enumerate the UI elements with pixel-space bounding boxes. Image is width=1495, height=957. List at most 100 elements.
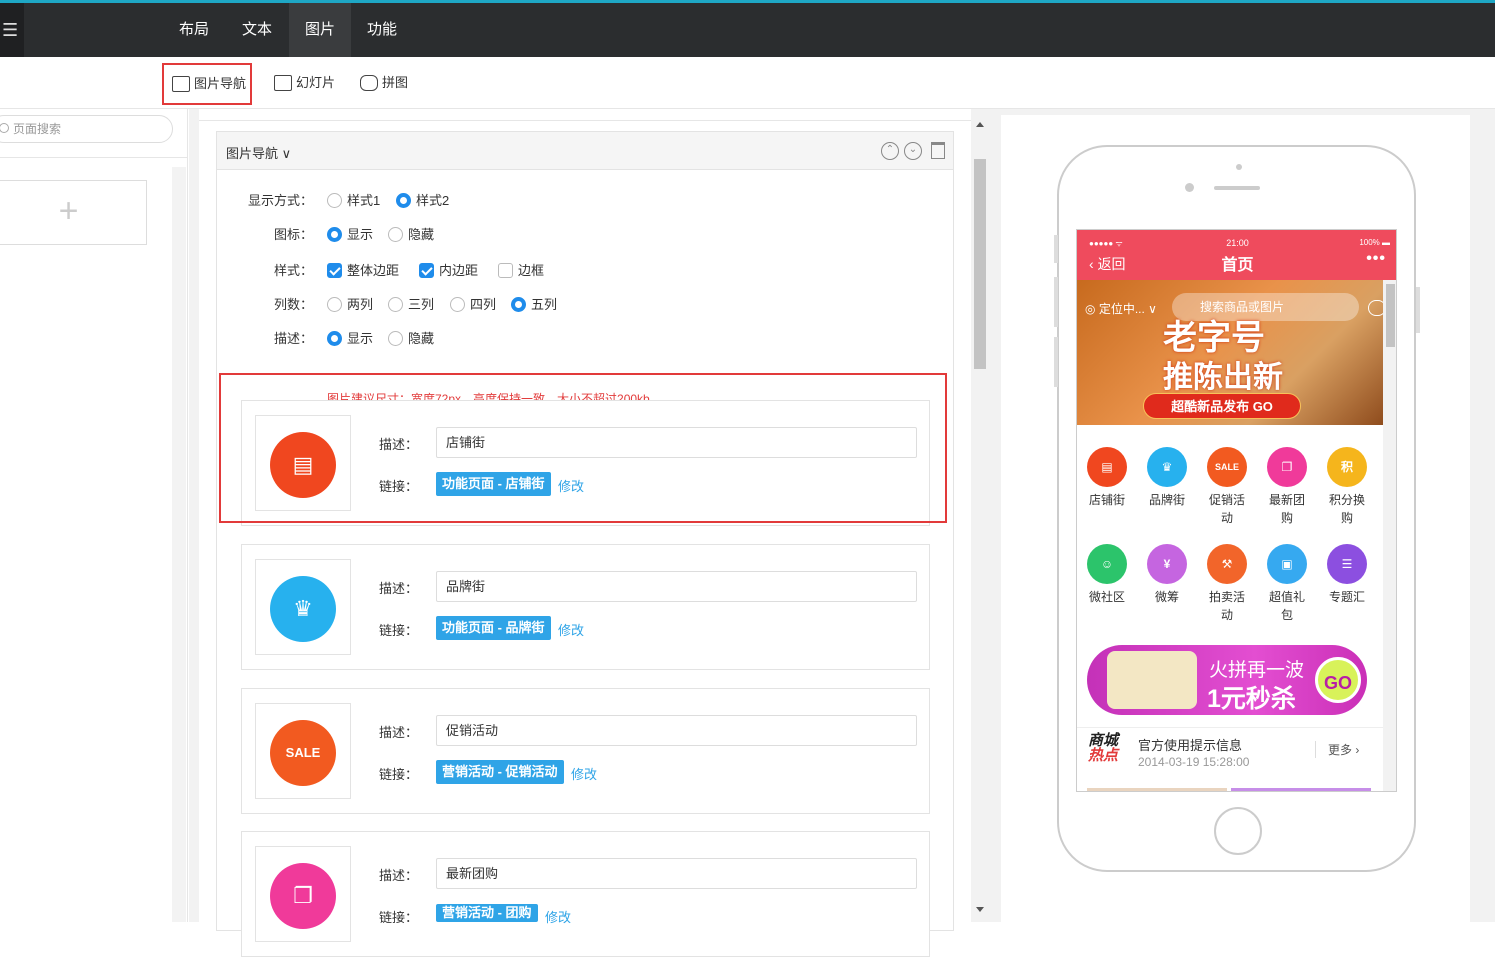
location-selector[interactable]: ◎ 定位中... ∨ [1085,300,1157,317]
panel-header: 图片导航 ∨ ⌃ ⌄ [217,132,953,170]
nav-item-crowdfund[interactable]: ¥ 微筹 [1137,522,1197,606]
desc-input[interactable]: 最新团购 [436,858,917,889]
columns-2-radio[interactable]: 两列 [327,295,373,315]
columns-3-radio[interactable]: 三列 [388,295,434,315]
edit-link[interactable]: 修改 [545,907,571,926]
image-nav-button[interactable]: 图片导航 [162,63,253,105]
news-logo: 商城 热点 [1088,732,1119,764]
phone-side-button [1416,287,1420,333]
desc-label: 描述： [378,581,418,596]
bottom-strip [1231,788,1371,791]
image-nav-icon [172,76,190,92]
editor-scrollbar[interactable] [972,109,990,922]
auction-icon: ⚒ [1207,544,1247,584]
item-thumbnail[interactable]: SALE [255,703,351,799]
hero-banner[interactable]: ◎ 定位中... ∨ 搜索商品或图片 老字号 推陈出新 超酷新品发布 GO [1077,280,1383,425]
nav-item-card: ♛ 描述： 品牌街 链接： 功能页面 - 品牌街 修改 [241,544,930,670]
edit-link[interactable]: 修改 [558,620,584,639]
style-label: 样式： [273,263,313,278]
item-thumbnail[interactable]: ❐ [255,846,351,942]
desc-hide-radio[interactable]: 隐藏 [388,329,434,349]
columns-4-radio[interactable]: 四列 [450,295,496,315]
page-search-input[interactable]: 页面搜索 [0,115,173,143]
flash-sale-banner[interactable]: 火拼再一波 1元秒杀 GO [1087,645,1367,715]
nav-item-card: ❐ 描述： 最新团购 链接： 营销活动 - 团购 修改 [241,831,930,957]
scroll-thumb[interactable] [974,159,986,369]
columns-5-radio[interactable]: 五列 [511,295,557,315]
link-tag: 功能页面 - 品牌街 [436,616,551,640]
left-scrollbar[interactable] [172,167,186,922]
phone-preview: ●●●●● ᯤ 21:00 100% ▬ ‹ 返回 首页 ••• ◎ 定位中..… [1001,115,1470,922]
more-icon[interactable]: ••• [1366,250,1386,268]
desc-show-radio[interactable]: 显示 [327,329,373,349]
scroll-down-icon[interactable] [976,907,984,912]
nav-item-points[interactable]: 积积分换购 [1317,425,1377,527]
more-link[interactable]: 更多 › [1315,741,1359,758]
phone-side-button [1054,277,1058,327]
home-button[interactable] [1214,807,1262,855]
tab-text[interactable]: 文本 [226,3,288,57]
product-image [1107,651,1197,709]
icon-label: 图标： [273,227,313,242]
nav-item-community[interactable]: ☺ 微社区 [1077,522,1137,606]
display-style1-radio[interactable]: 样式1 [327,191,380,211]
desc-input[interactable]: 促销活动 [436,715,917,746]
scroll-up-icon[interactable] [976,122,984,127]
slideshow-label: 幻灯片 [296,75,336,90]
link-label: 链接： [378,767,418,782]
nav-item-store[interactable]: ▤ 店铺街 [1077,425,1137,509]
item-thumbnail[interactable]: ♛ [255,559,351,655]
move-up-icon[interactable]: ⌃ [881,142,899,160]
nav-item-gift[interactable]: ▣ 超值礼包 [1257,522,1317,624]
list-icon[interactable]: ☰ [0,3,24,57]
store-icon: ▤ [1087,447,1127,487]
bottom-strip [1087,788,1227,791]
nav-item-sale[interactable]: SALE 促销活动 [1197,425,1257,527]
nav-item-topics[interactable]: ☰ 专题汇 [1317,522,1377,606]
inner-padding-checkbox[interactable]: 内边距 [419,261,478,281]
screen-scroll-thumb[interactable] [1386,284,1395,347]
go-button[interactable]: GO [1315,657,1361,703]
image-nav-label: 图片导航 [194,76,247,91]
edit-link[interactable]: 修改 [571,764,597,783]
move-down-icon[interactable]: ⌄ [904,142,922,160]
phone-screen: ●●●●● ᯤ 21:00 100% ▬ ‹ 返回 首页 ••• ◎ 定位中..… [1076,229,1397,792]
border-checkbox[interactable]: 边框 [498,261,544,281]
columns-label: 列数： [273,297,313,312]
news-date: 2014-03-19 15:28:00 [1138,755,1250,769]
puzzle-icon [360,75,378,91]
nav-item-groupbuy[interactable]: ❐ 最新团购 [1257,425,1317,527]
banner-subheadline: 推陈出新 [1163,361,1283,394]
puzzle-button[interactable]: 拼图 [358,69,408,99]
icon-show-radio[interactable]: 显示 [327,225,373,245]
panel-title[interactable]: 图片导航 ∨ [226,143,291,162]
link-label: 链接： [378,623,418,638]
sale-icon: SALE [1207,447,1247,487]
display-style2-radio[interactable]: 样式2 [396,191,449,211]
status-time: 21:00 [1226,238,1249,248]
app-title: 首页 [1221,257,1254,274]
tab-layout[interactable]: 布局 [163,3,225,57]
promo-line2: 1元秒杀 [1207,685,1296,713]
slideshow-button[interactable]: 幻灯片 [272,69,335,99]
page-list-panel: 页面搜索 + [0,109,188,922]
app-header: ●●●●● ᯤ 21:00 100% ▬ ‹ 返回 首页 ••• [1077,230,1396,280]
icon-hide-radio[interactable]: 隐藏 [388,225,434,245]
component-bar: 图片导航 幻灯片 拼图 [0,57,1495,109]
tab-image[interactable]: 图片 [289,3,351,57]
phone-sensor [1236,164,1242,170]
link-label: 链接： [378,910,418,925]
nav-item-brand[interactable]: ♛ 品牌街 [1137,425,1197,509]
banner-cta[interactable]: 超酷新品发布 GO [1143,393,1301,419]
display-mode-label: 显示方式： [247,193,313,208]
outer-margin-checkbox[interactable]: 整体边距 [327,261,399,281]
trash-icon[interactable] [931,142,945,159]
top-toolbar: ☰ 布局 文本 图片 功能 [0,0,1495,57]
screen-scrollbar[interactable] [1383,280,1396,791]
desc-input[interactable]: 品牌街 [436,571,917,602]
nav-item-auction[interactable]: ⚒ 拍卖活动 [1197,522,1257,624]
tab-function[interactable]: 功能 [351,3,413,57]
news-ticker[interactable]: 商城 热点 官方使用提示信息 2014-03-19 15:28:00 更多 › [1077,727,1383,775]
image-nav-panel: 图片导航 ∨ ⌃ ⌄ 显示方式： 样式1 样式2 图标： 显示 隐藏 样式： 整… [216,131,954,957]
add-page-button[interactable]: + [0,180,147,245]
